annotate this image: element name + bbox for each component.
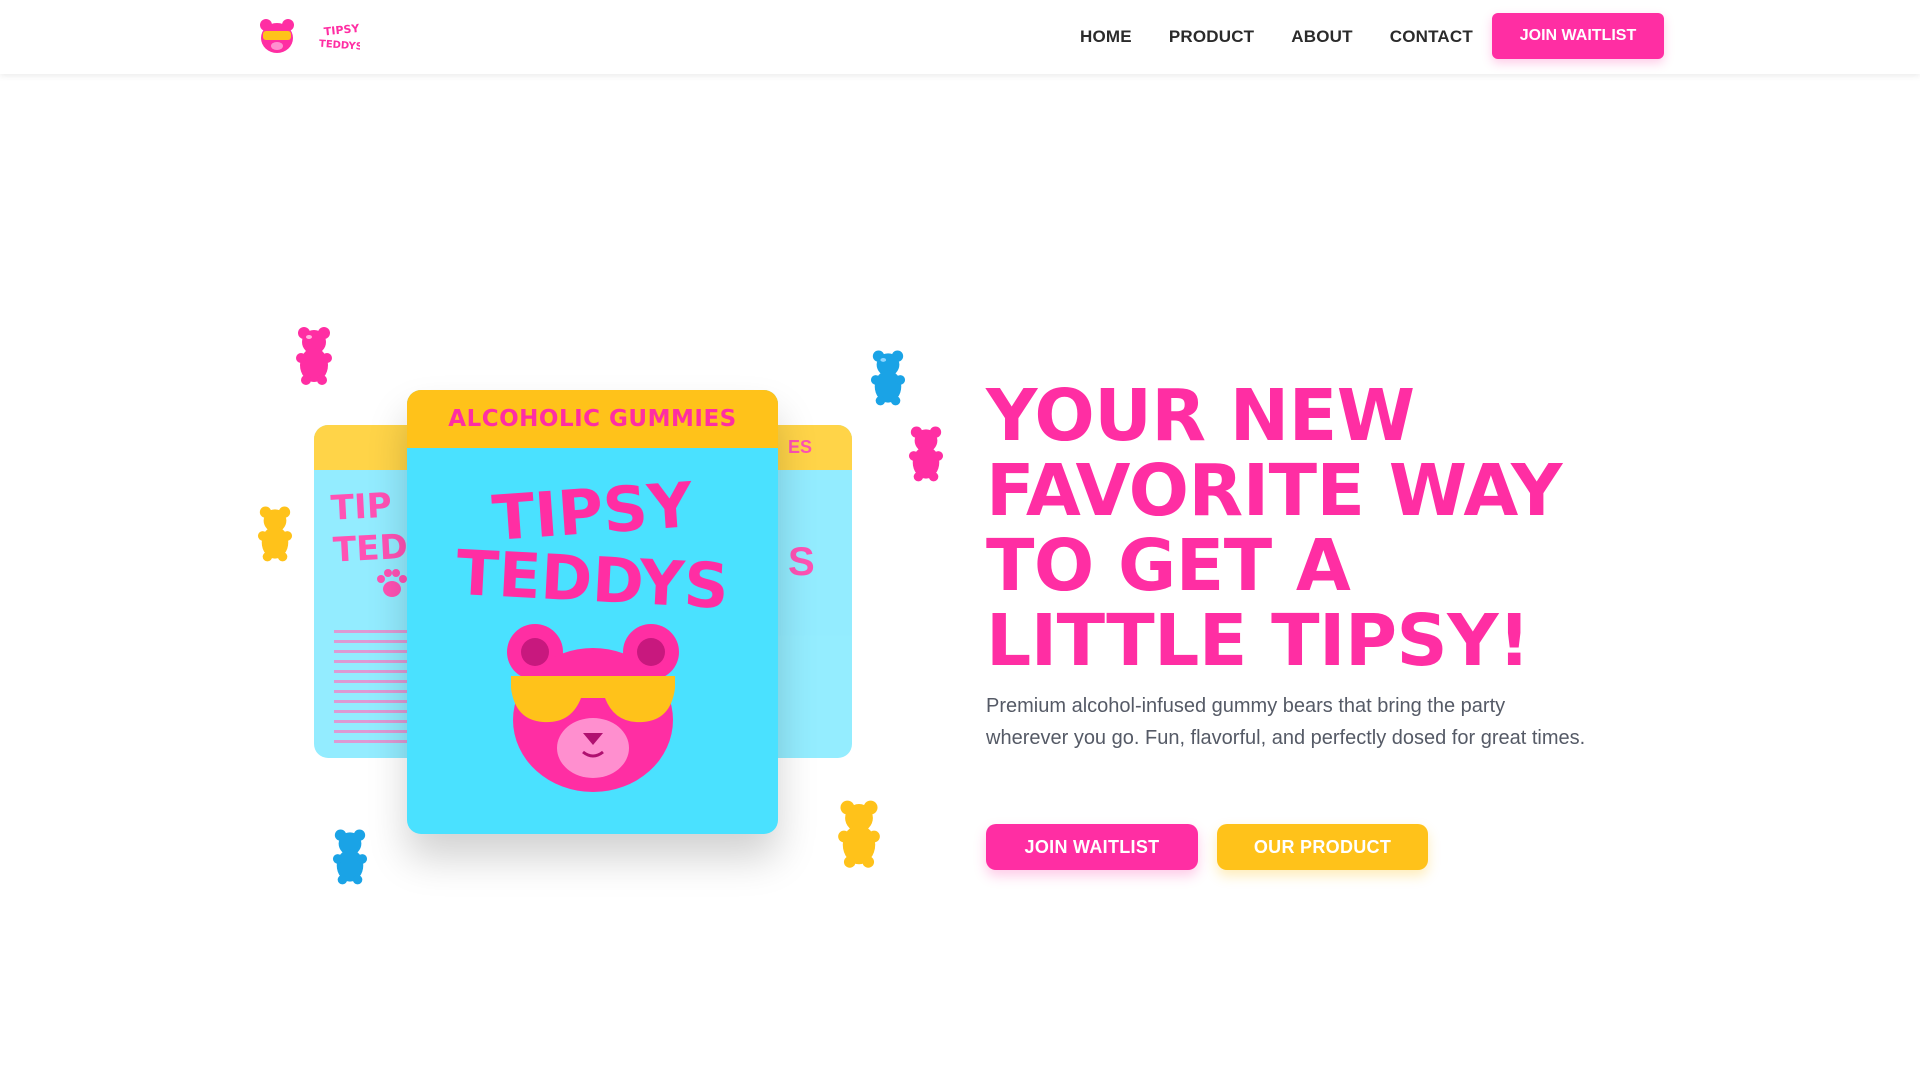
site-header: TIPSY TEDDYS HOME PRODUCT ABOUT CONTACT … xyxy=(0,0,1920,74)
hero-subtitle: Premium alcohol-infused gummy bears that… xyxy=(986,695,1586,749)
svg-text:TIPSY: TIPSY xyxy=(323,22,360,38)
svg-text:TEDDYS: TEDDYS xyxy=(319,39,360,52)
blue-gummy-bear-icon xyxy=(870,350,906,406)
pack-back-right-letter: S xyxy=(788,540,815,584)
nav-about[interactable]: ABOUT xyxy=(1291,27,1352,47)
blue-gummy-bear-icon xyxy=(332,829,368,885)
pack-title-line2: TEDDYS xyxy=(454,535,731,624)
our-product-button[interactable]: OUR PRODUCT xyxy=(1217,824,1428,870)
yellow-gummy-bear-icon xyxy=(257,506,293,562)
pink-gummy-bear-icon xyxy=(296,327,332,385)
nav-product[interactable]: PRODUCT xyxy=(1169,27,1254,47)
nav-home[interactable]: HOME xyxy=(1080,27,1132,47)
hero-title: YOUR NEW FAVORITE WAY TO GET A LITTLE TI… xyxy=(986,374,1562,682)
pink-gummy-bear-icon xyxy=(908,426,944,482)
brand-wordmark[interactable]: TIPSY TEDDYS xyxy=(318,22,360,52)
yellow-gummy-bear-icon xyxy=(838,800,880,868)
nav-contact[interactable]: CONTACT xyxy=(1390,27,1473,47)
join-waitlist-button[interactable]: JOIN WAITLIST xyxy=(986,824,1198,870)
product-pack-front: ALCOHOLIC GUMMIES TIPSY TEDDYS xyxy=(407,390,778,834)
pack-band: ALCOHOLIC GUMMIES xyxy=(407,390,778,448)
bear-sunglasses-icon[interactable] xyxy=(258,18,296,54)
bear-sunglasses-icon xyxy=(507,624,679,792)
pack-fine-print xyxy=(334,630,414,750)
paw-icon xyxy=(377,569,407,597)
main-nav: HOME PRODUCT ABOUT CONTACT xyxy=(1080,0,1510,74)
join-waitlist-nav-button[interactable]: JOIN WAITLIST xyxy=(1492,13,1664,59)
pack-back-right-label: ES xyxy=(788,437,813,457)
pack-label: ALCOHOLIC GUMMIES xyxy=(448,406,737,432)
hero-visual: TIP TEDD ES S ALCOHOLIC GUMMIES TIPSY TE… xyxy=(250,320,970,900)
